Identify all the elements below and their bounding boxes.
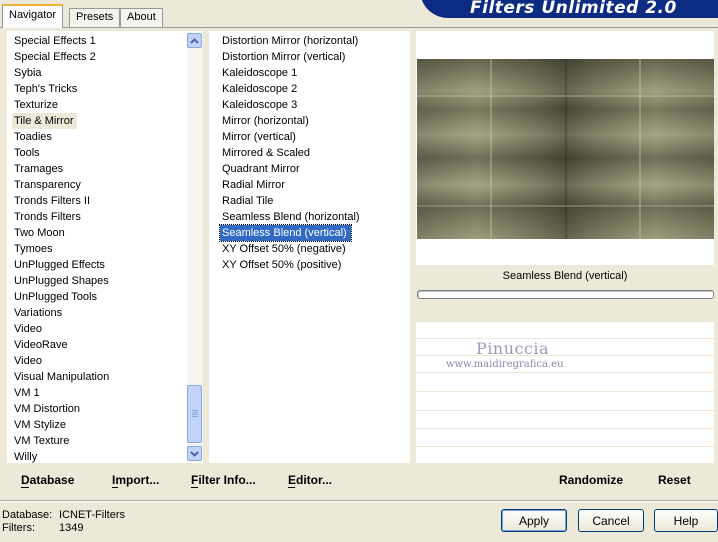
category-item[interactable]: Willy	[12, 449, 184, 465]
category-item[interactable]: VM Distortion	[12, 401, 184, 417]
watermark-name: Pinuccia	[476, 339, 550, 358]
filter-item[interactable]: Distortion Mirror (vertical)	[220, 49, 405, 65]
app-title: Filters Unlimited 2.0	[470, 0, 677, 18]
tab-navigator[interactable]: Navigator	[2, 4, 64, 28]
database-button[interactable]: Database	[21, 473, 74, 487]
category-scrollbar[interactable]	[187, 33, 203, 461]
category-item[interactable]: Tymoes	[12, 241, 184, 257]
filter-item[interactable]: Distortion Mirror (horizontal)	[220, 33, 405, 49]
editor-button[interactable]: Editor...	[288, 473, 332, 487]
category-list[interactable]: Special Effects 1 Special Effects 2 Sybia T…	[12, 33, 184, 465]
watermark-site: www.maidiregrafica.eu	[446, 359, 564, 370]
filter-item[interactable]: Kaleidoscope 3	[220, 97, 405, 113]
filter-item[interactable]: Kaleidoscope 1	[220, 65, 405, 81]
category-item[interactable]: Variations	[12, 305, 184, 321]
filter-item[interactable]: Mirrored & Scaled	[220, 145, 405, 161]
scroll-thumb[interactable]	[187, 385, 202, 443]
tab-presets[interactable]: Presets	[69, 8, 121, 27]
scroll-down-button[interactable]	[187, 446, 202, 461]
category-item[interactable]: Sybia	[12, 65, 184, 81]
category-item[interactable]: UnPlugged Effects	[12, 257, 184, 273]
category-item[interactable]: Video	[12, 353, 184, 369]
filter-item[interactable]: Mirror (horizontal)	[220, 113, 405, 129]
category-item[interactable]: Texturize	[12, 97, 184, 113]
filter-item[interactable]: Radial Mirror	[220, 177, 405, 193]
category-item[interactable]: Visual Manipulation	[12, 369, 184, 385]
preview-image	[417, 59, 714, 239]
category-item[interactable]: Tools	[12, 145, 184, 161]
category-item[interactable]: VM Texture	[12, 433, 184, 449]
reset-button[interactable]: Reset	[658, 473, 691, 487]
filter-item[interactable]: Seamless Blend (horizontal)	[220, 209, 405, 225]
category-item[interactable]: Teph's Tricks	[12, 81, 184, 97]
category-item[interactable]: Tramages	[12, 161, 184, 177]
filter-item[interactable]: Radial Tile	[220, 193, 405, 209]
import-button[interactable]: Import...	[112, 473, 159, 487]
category-item[interactable]: Toadies	[12, 129, 184, 145]
category-item[interactable]: UnPlugged Shapes	[12, 273, 184, 289]
category-item[interactable]: Two Moon	[12, 225, 184, 241]
apply-button[interactable]: Apply	[501, 509, 567, 532]
tab-about[interactable]: About	[120, 8, 163, 27]
database-value: ICNET-Filters	[59, 509, 125, 521]
scroll-up-button[interactable]	[187, 33, 202, 48]
filter-item[interactable]: Seamless Blend (vertical)	[219, 224, 352, 242]
preview-filter-name: Seamless Blend (vertical)	[502, 270, 628, 282]
filter-item[interactable]: Quadrant Mirror	[220, 161, 405, 177]
category-item[interactable]: Transparency	[12, 177, 184, 193]
category-item[interactable]: Video	[12, 321, 184, 337]
cancel-button[interactable]: Cancel	[578, 509, 644, 532]
progress-bar	[417, 290, 714, 299]
filter-item[interactable]: XY Offset 50% (negative)	[220, 241, 405, 257]
help-button[interactable]: Help	[654, 509, 718, 532]
category-item[interactable]: VideoRave	[12, 337, 184, 353]
filters-count-value: 1349	[59, 522, 84, 534]
category-item[interactable]: UnPlugged Tools	[12, 289, 184, 305]
category-list-panel[interactable]: Special Effects 1 Special Effects 2 Sybia T…	[7, 31, 203, 463]
category-item[interactable]: Special Effects 1	[12, 33, 184, 49]
category-item[interactable]: Tile & Mirror	[12, 113, 78, 129]
category-item[interactable]: Tronds Filters II	[12, 193, 184, 209]
category-item[interactable]: VM Stylize	[12, 417, 184, 433]
filter-item[interactable]: Mirror (vertical)	[220, 129, 405, 145]
filter-item[interactable]: Kaleidoscope 2	[220, 81, 405, 97]
tab-divider	[0, 27, 718, 28]
filter-info-button[interactable]: Filter Info...	[191, 473, 256, 487]
parameter-area	[416, 322, 714, 463]
category-item[interactable]: Tronds Filters	[12, 209, 184, 225]
chevron-up-icon	[190, 37, 199, 44]
chevron-down-icon	[190, 450, 199, 457]
category-item[interactable]: VM 1	[12, 385, 184, 401]
filter-list[interactable]: Distortion Mirror (horizontal) Distortion…	[219, 33, 405, 273]
filters-count-label: Filters:	[2, 522, 35, 534]
filter-item[interactable]: XY Offset 50% (positive)	[220, 257, 405, 273]
randomize-button[interactable]: Randomize	[559, 473, 623, 487]
database-label: Database:	[2, 509, 53, 521]
filter-list-panel[interactable]: Distortion Mirror (horizontal) Distortion…	[209, 31, 410, 463]
category-item[interactable]: Special Effects 2	[12, 49, 184, 65]
